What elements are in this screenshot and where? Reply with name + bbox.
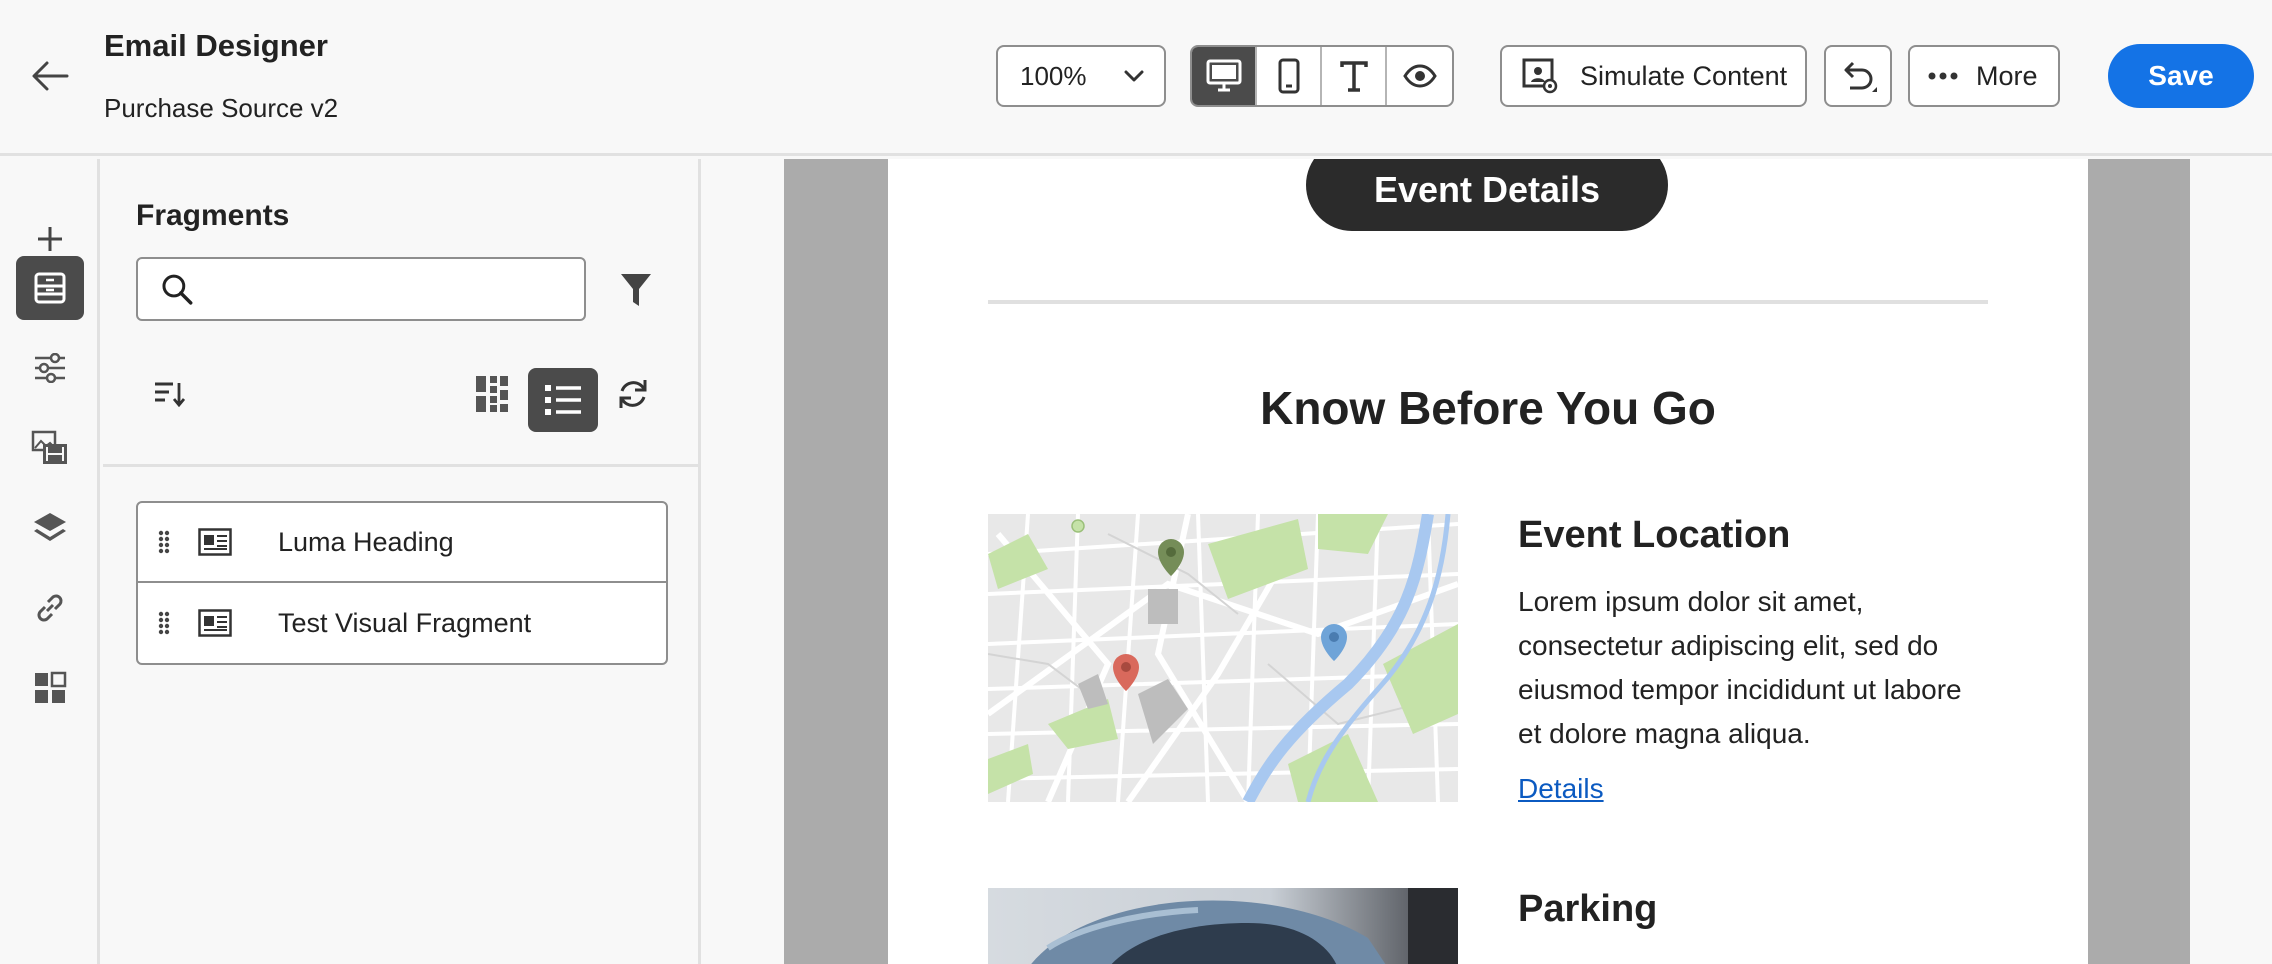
desktop-icon xyxy=(1206,59,1241,92)
document-name: Purchase Source v2 xyxy=(104,93,339,123)
filter-icon xyxy=(621,274,651,306)
simulate-content-button[interactable]: Simulate Content xyxy=(1500,45,1807,107)
location-description: Lorem ipsum dolor sit amet, consectetur … xyxy=(1518,586,1962,749)
sort-button[interactable] xyxy=(145,369,195,419)
email-canvas: Event Details Know Before You Go Event L… xyxy=(701,159,2272,964)
chevron-down-icon xyxy=(1124,70,1144,82)
simulate-label: Simulate Content xyxy=(1580,60,1788,91)
arrow-left-icon xyxy=(32,61,69,91)
fragment-icon xyxy=(190,528,240,556)
refresh-icon xyxy=(619,380,647,408)
preview-button[interactable] xyxy=(1387,47,1452,105)
fragments-panel: Fragments Luma Heading Test Visual Fragm… xyxy=(103,159,701,964)
parking-image[interactable] xyxy=(988,888,1458,964)
mobile-icon xyxy=(1278,58,1299,94)
rail-settings-button[interactable] xyxy=(16,336,84,400)
panel-title: Fragments xyxy=(136,199,290,232)
drag-handle-icon[interactable] xyxy=(138,611,190,635)
fragment-label: Luma Heading xyxy=(278,526,454,557)
more-dots-icon xyxy=(1928,72,1958,80)
eye-icon xyxy=(1402,64,1437,88)
parking-description xyxy=(1518,954,1988,964)
list-item[interactable]: Test Visual Fragment xyxy=(138,583,666,663)
plus-icon xyxy=(38,227,62,251)
fragment-label: Test Visual Fragment xyxy=(278,607,532,638)
link-icon xyxy=(37,594,63,622)
undo-icon xyxy=(1844,61,1877,92)
fragment-icon xyxy=(190,609,240,637)
list-view-icon xyxy=(545,385,581,415)
settings-sliders-icon xyxy=(35,353,65,383)
back-button[interactable] xyxy=(28,54,72,98)
parking-heading: Parking xyxy=(1518,888,1658,930)
search-icon xyxy=(162,274,193,305)
rail-components-button[interactable] xyxy=(16,656,84,720)
undo-button[interactable] xyxy=(1824,45,1892,107)
sort-icon xyxy=(155,382,186,407)
zoom-select[interactable]: 100% xyxy=(996,45,1166,107)
left-rail xyxy=(0,159,100,964)
view-mode-group xyxy=(1190,45,1454,107)
list-view-button[interactable] xyxy=(528,368,598,432)
event-details-button[interactable]: Event Details xyxy=(1306,159,1668,231)
simulate-icon xyxy=(1522,58,1558,94)
zoom-value: 100% xyxy=(1020,60,1087,91)
email-wrapper: Event Details Know Before You Go Event L… xyxy=(784,159,2190,964)
top-bar: Email Designer Purchase Source v2 100% S… xyxy=(0,0,2272,156)
email-body[interactable]: Event Details Know Before You Go Event L… xyxy=(888,159,2088,964)
rail-fragments-button[interactable] xyxy=(16,256,84,320)
text-view-button[interactable] xyxy=(1322,47,1387,105)
search-input[interactable] xyxy=(207,273,584,305)
rail-layers-button[interactable] xyxy=(16,496,84,560)
layers-icon xyxy=(34,513,66,541)
more-button[interactable]: More xyxy=(1908,45,2060,107)
fragments-icon xyxy=(34,272,66,304)
desktop-view-button[interactable] xyxy=(1192,47,1257,105)
panel-divider xyxy=(103,464,698,467)
text-icon xyxy=(1339,61,1368,92)
fragment-list: Luma Heading Test Visual Fragment xyxy=(136,501,668,665)
location-heading: Event Location xyxy=(1518,514,1791,556)
drag-handle-icon[interactable] xyxy=(138,530,190,554)
rail-assets-button[interactable] xyxy=(16,416,84,480)
grid-view-icon xyxy=(476,376,508,412)
components-icon xyxy=(35,671,67,703)
filter-button[interactable] xyxy=(611,265,661,315)
map-image[interactable] xyxy=(988,514,1458,802)
list-item[interactable]: Luma Heading xyxy=(138,503,666,583)
grid-view-button[interactable] xyxy=(467,369,517,419)
more-label: More xyxy=(1976,60,2038,91)
rail-link-button[interactable] xyxy=(16,576,84,640)
details-link[interactable]: Details xyxy=(1518,773,1604,805)
search-field[interactable] xyxy=(136,257,586,321)
assets-icon xyxy=(31,430,67,464)
save-button[interactable]: Save xyxy=(2108,44,2254,108)
divider xyxy=(988,300,1988,304)
section-heading: Know Before You Go xyxy=(1260,382,1716,434)
app-title: Email Designer xyxy=(104,28,328,63)
mobile-view-button[interactable] xyxy=(1257,47,1322,105)
refresh-button[interactable] xyxy=(608,369,658,419)
